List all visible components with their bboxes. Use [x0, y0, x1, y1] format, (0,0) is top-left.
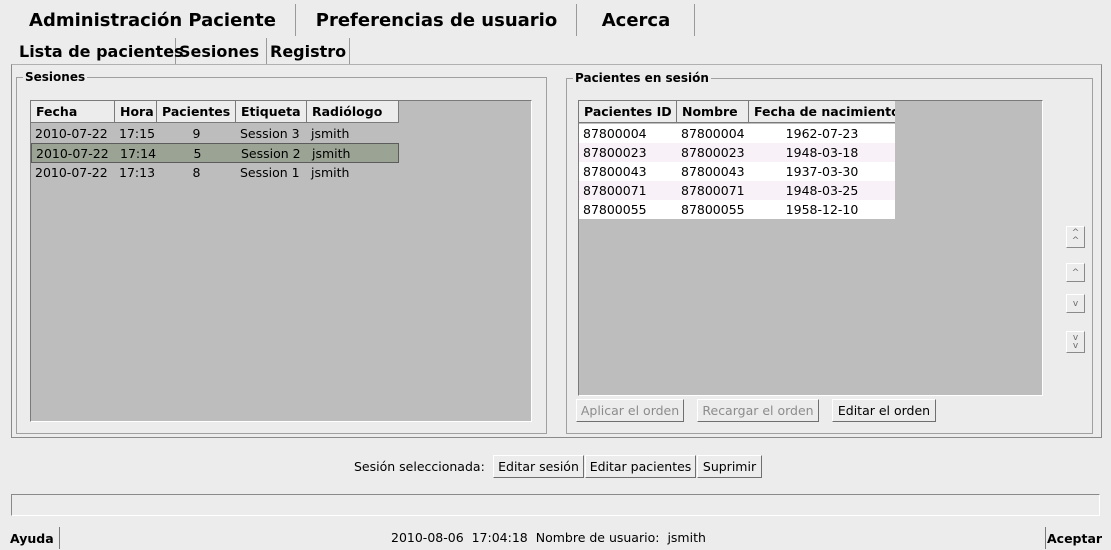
tab-preferencias-usuario[interactable]: Preferencias de usuario	[297, 4, 577, 36]
patient-id: 87800055	[583, 202, 647, 217]
status-bar	[11, 494, 1100, 516]
patient-row[interactable]: 87800023 87800023 1948-03-18	[579, 143, 895, 162]
patient-row[interactable]: 87800055 87800055 1958-12-10	[579, 200, 895, 219]
help-button[interactable]: Ayuda	[10, 527, 60, 549]
session-pacientes: 9	[192, 126, 201, 141]
tab-administracion-paciente[interactable]: Administración Paciente	[10, 4, 296, 36]
edit-session-button[interactable]: Editar sesión	[493, 455, 584, 478]
session-row-selected[interactable]: 2010-07-22 17:14 5 Session 2 jsmith	[31, 143, 399, 163]
delete-button[interactable]: Suprimir	[697, 455, 762, 478]
patient-nacimiento: 1962-07-23	[785, 126, 859, 141]
footer-user-label: Nombre de usuario:	[535, 530, 660, 545]
subtab-sesiones[interactable]: Sesiones	[177, 38, 267, 64]
edit-order-button[interactable]: Editar el orden	[832, 399, 936, 422]
sessions-legend: Sesiones	[25, 70, 86, 84]
patient-row[interactable]: 87800071 87800071 1948-03-25	[579, 181, 895, 200]
patient-id: 87800004	[583, 126, 647, 141]
footer-user: jsmith	[667, 530, 706, 545]
session-fecha: 2010-07-22	[36, 146, 109, 161]
session-hora: 17:15	[119, 126, 156, 141]
session-row[interactable]: 2010-07-22 17:13 8 Session 1 jsmith	[31, 163, 399, 182]
session-radiologo: jsmith	[312, 146, 351, 161]
session-hora: 17:14	[120, 146, 157, 161]
col-nombre[interactable]: Nombre	[677, 101, 749, 123]
session-etiqueta: Session 1	[240, 165, 300, 180]
accept-button[interactable]: Aceptar	[1045, 527, 1103, 549]
session-hora: 17:13	[119, 165, 156, 180]
col-fecha[interactable]: Fecha	[31, 101, 115, 123]
session-pacientes: 5	[193, 146, 202, 161]
patients-legend: Pacientes en sesión	[575, 71, 709, 85]
footer-status: 2010-08-06 17:04:18 Nombre de usuario: j…	[391, 530, 706, 545]
tab-acerca[interactable]: Acerca	[578, 4, 695, 36]
apply-order-button[interactable]: Aplicar el orden	[576, 399, 684, 422]
col-pacientes-id[interactable]: Pacientes ID	[579, 101, 677, 123]
patient-nombre: 87800055	[681, 202, 745, 217]
edit-patients-button[interactable]: Editar pacientes	[585, 455, 696, 478]
patient-nacimiento: 1937-03-30	[785, 164, 859, 179]
move-to-bottom-icon[interactable]: vv	[1066, 331, 1085, 353]
patient-nacimiento: 1958-12-10	[785, 202, 859, 217]
col-etiqueta[interactable]: Etiqueta	[236, 101, 307, 123]
subtab-registro[interactable]: Registro	[268, 38, 350, 64]
patient-row[interactable]: 87800043 87800043 1937-03-30	[579, 162, 895, 181]
sessions-table-header: Fecha Hora Pacientes Etiqueta Radiólogo	[31, 101, 399, 123]
patient-nombre: 87800043	[681, 164, 745, 179]
patient-nombre: 87800004	[681, 126, 745, 141]
patients-table-header: Pacientes ID Nombre Fecha de nacimiento	[579, 101, 895, 123]
session-radiologo: jsmith	[311, 126, 350, 141]
move-up-icon[interactable]: ^	[1066, 263, 1085, 282]
subtab-lista-pacientes[interactable]: Lista de pacientes	[17, 38, 184, 64]
patient-row[interactable]: 87800004 87800004 1962-07-23	[579, 124, 895, 143]
patient-id: 87800043	[583, 164, 647, 179]
move-to-top-icon[interactable]: ^ ^	[1066, 226, 1085, 248]
session-row[interactable]: 2010-07-22 17:15 9 Session 3 jsmith	[31, 124, 399, 143]
patient-nombre: 87800071	[681, 183, 745, 198]
col-hora[interactable]: Hora	[115, 101, 157, 123]
session-etiqueta: Session 3	[240, 126, 300, 141]
session-pacientes: 8	[192, 165, 201, 180]
session-radiologo: jsmith	[311, 165, 350, 180]
session-fecha: 2010-07-22	[35, 126, 108, 141]
move-down-icon[interactable]: v	[1066, 294, 1085, 313]
footer-datetime: 2010-08-06 17:04:18	[391, 530, 528, 545]
patients-table[interactable]: Pacientes ID Nombre Fecha de nacimiento …	[578, 100, 1043, 396]
session-etiqueta: Session 2	[241, 146, 301, 161]
patient-id: 87800071	[583, 183, 647, 198]
patient-nacimiento: 1948-03-18	[785, 145, 859, 160]
patient-nombre: 87800023	[681, 145, 745, 160]
col-radiologo[interactable]: Radiólogo	[307, 101, 399, 123]
col-fecha-nacimiento[interactable]: Fecha de nacimiento	[749, 101, 895, 123]
session-fecha: 2010-07-22	[35, 165, 108, 180]
patient-nacimiento: 1948-03-25	[785, 183, 859, 198]
sessions-table[interactable]: Fecha Hora Pacientes Etiqueta Radiólogo …	[30, 100, 532, 422]
col-pacientes[interactable]: Pacientes	[157, 101, 236, 123]
selected-session-label: Sesión seleccionada:	[354, 459, 485, 474]
patient-id: 87800023	[583, 145, 647, 160]
reload-order-button[interactable]: Recargar el orden	[697, 399, 819, 422]
